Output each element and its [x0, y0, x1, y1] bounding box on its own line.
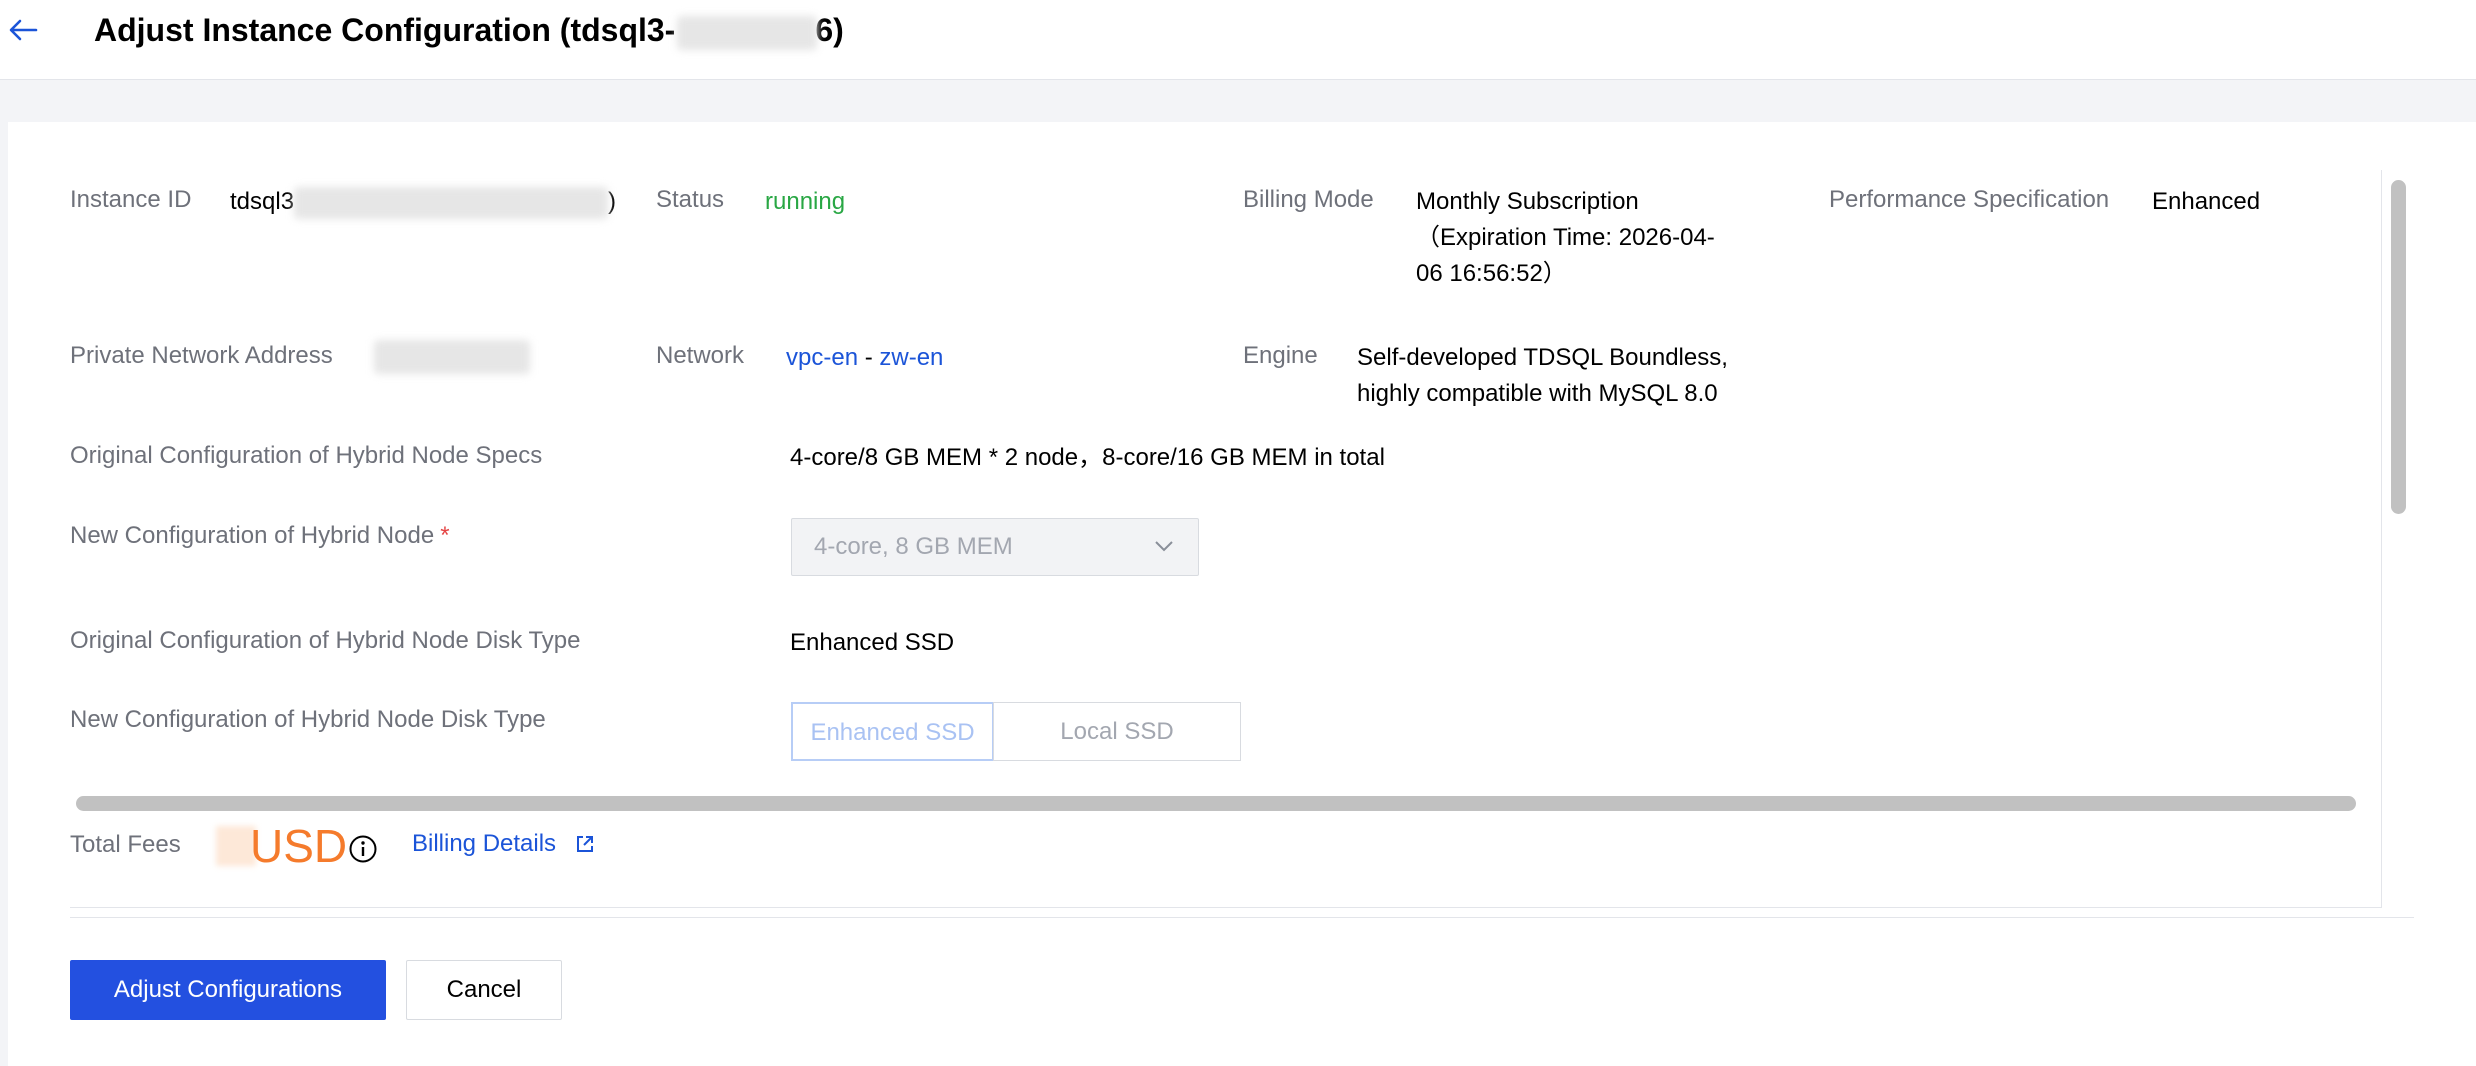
billing-mode-line1: Monthly Subscription: [1416, 188, 1639, 215]
info-circle-icon[interactable]: [348, 834, 378, 864]
billing-details-link[interactable]: Billing Details: [412, 830, 595, 858]
redacted-instance-id: [677, 15, 818, 50]
instance-id-value: tdsql3): [230, 184, 616, 220]
horizontal-scrollbar[interactable]: [70, 786, 2382, 816]
redacted-private-addr: [374, 340, 530, 374]
billing-mode-label: Billing Mode: [1243, 186, 1374, 213]
config-card: Instance ID tdsql3) Status running Billi…: [8, 122, 2476, 1066]
subnet-link[interactable]: zw-en: [879, 344, 943, 371]
instance-id-suffix: ): [608, 188, 617, 215]
status-label: Status: [656, 186, 725, 213]
network-label: Network: [656, 342, 745, 369]
horizontal-scroll-thumb[interactable]: [76, 796, 2356, 811]
vertical-scroll-thumb[interactable]: [2391, 180, 2406, 514]
perf-spec-value: Enhanced: [2152, 188, 2261, 215]
disk-option-local-ssd[interactable]: Local SSD: [993, 702, 1241, 761]
cancel-button[interactable]: Cancel: [406, 960, 562, 1020]
orig-disk-label: Original Configuration of Hybrid Node Di…: [70, 627, 581, 654]
billing-mode-line2: （Expiration Time: 2026-04-: [1416, 224, 1715, 251]
divider: [70, 917, 2414, 918]
adjust-configurations-button[interactable]: Adjust Configurations: [70, 960, 386, 1020]
engine-line2: highly compatible with MySQL 8.0: [1357, 380, 1718, 407]
total-fees-label: Total Fees: [70, 831, 181, 858]
network-separator: -: [858, 344, 880, 371]
node-spec-select[interactable]: 4-core, 8 GB MEM: [791, 518, 1199, 576]
chevron-down-icon: [1155, 541, 1173, 552]
network-value: vpc-en - zw-en: [786, 340, 943, 376]
redacted-instance-id: [294, 186, 609, 219]
engine-line1: Self-developed TDSQL Boundless,: [1357, 344, 1728, 371]
required-mark: *: [440, 522, 450, 549]
page-title-prefix: Adjust Instance Configuration (tdsql3-: [94, 12, 676, 48]
orig-node-specs-value: 4-core/8 GB MEM * 2 node，8-core/16 GB ME…: [790, 444, 1385, 471]
new-disk-label: New Configuration of Hybrid Node Disk Ty…: [70, 706, 546, 733]
disk-option-enhanced-ssd[interactable]: Enhanced SSD: [791, 702, 994, 761]
external-link-icon: [576, 836, 593, 852]
instance-id-label: Instance ID: [70, 186, 192, 213]
page-title-suffix: 6): [815, 12, 844, 48]
new-node-label-text: New Configuration of Hybrid Node: [70, 522, 435, 549]
instance-id-prefix: tdsql3: [230, 188, 295, 215]
billing-mode-line3: 06 16:56:52）: [1416, 260, 1567, 287]
new-node-label: New Configuration of Hybrid Node *: [70, 522, 450, 550]
orig-node-specs-label: Original Configuration of Hybrid Node Sp…: [70, 442, 543, 469]
vpc-link[interactable]: vpc-en: [786, 344, 858, 371]
orig-disk-value: Enhanced SSD: [790, 629, 955, 656]
engine-label: Engine: [1243, 342, 1318, 369]
billing-details-label: Billing Details: [412, 830, 557, 857]
status-value: running: [765, 188, 846, 215]
node-spec-select-value: 4-core, 8 GB MEM: [814, 533, 1013, 560]
private-addr-label: Private Network Address: [70, 342, 333, 369]
fees-currency: USD: [250, 820, 348, 872]
vertical-scrollbar[interactable]: [2383, 170, 2413, 908]
perf-spec-label: Performance Specification: [1829, 186, 2110, 213]
arrow-left-icon[interactable]: [6, 16, 42, 44]
page-header: Adjust Instance Configuration (tdsql3- 6): [0, 0, 2476, 80]
page-title: Adjust Instance Configuration (tdsql3- 6): [94, 12, 844, 50]
